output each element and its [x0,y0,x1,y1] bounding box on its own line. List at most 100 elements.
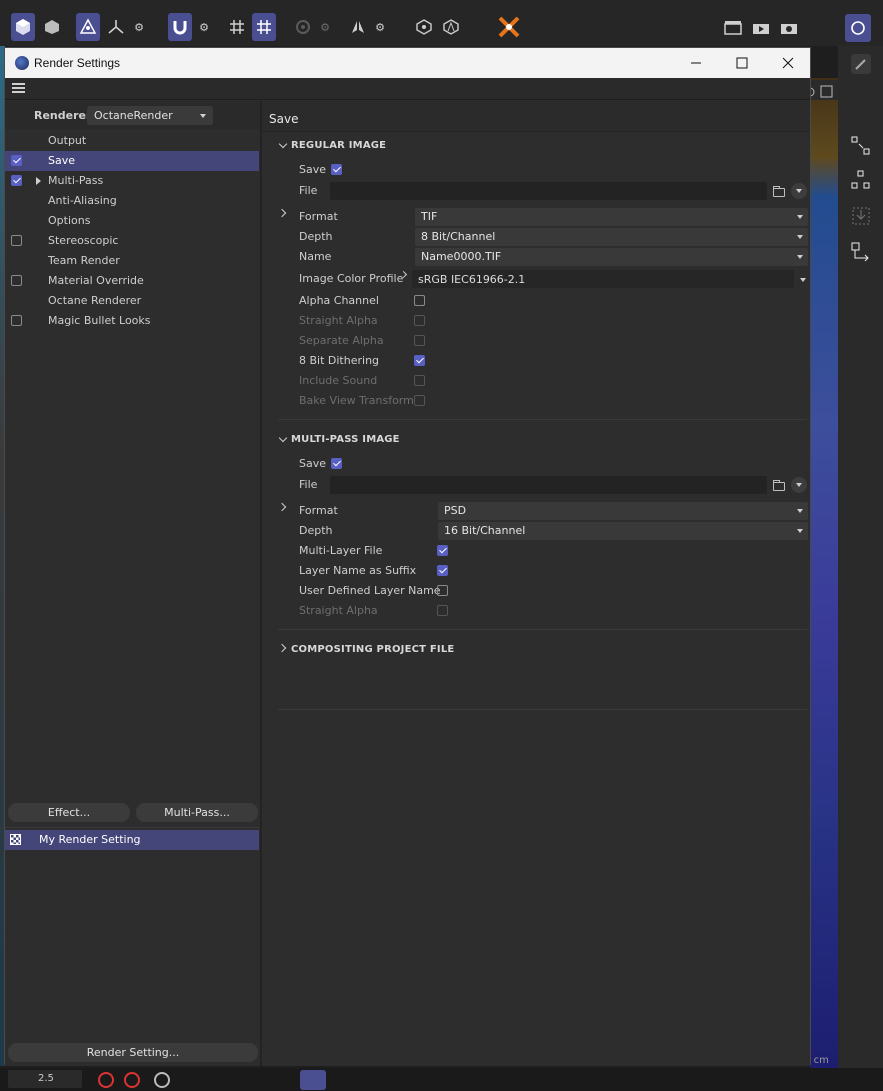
multi-layer-file-checkbox[interactable] [437,545,448,556]
cinema4d-icon [15,56,29,70]
compositing-section-header[interactable]: COMPOSITING PROJECT FILE [277,640,808,660]
multipass-enable-checkbox[interactable] [11,175,22,186]
target-gear-icon[interactable]: ⚙ [313,13,337,41]
close-button[interactable] [765,48,811,78]
save-enable-checkbox[interactable] [11,155,22,166]
layout-icon[interactable] [845,14,871,42]
regular-save-checkbox[interactable] [331,164,342,175]
axis-icon[interactable] [104,13,128,41]
gear-icon[interactable]: ⚙ [127,13,151,41]
preset-name: My Render Setting [39,833,141,846]
auto-key-icon[interactable] [124,1072,140,1088]
timeline-tool-icon[interactable] [300,1070,326,1090]
multipass-save-checkbox[interactable] [331,458,342,469]
record-icon[interactable] [98,1072,114,1088]
cube-edit-icon[interactable] [40,13,64,41]
multipass-button[interactable]: Multi-Pass... [136,803,258,822]
user-defined-layer-name-checkbox[interactable] [437,585,448,596]
drop-icon[interactable] [846,202,876,230]
layer-name-suffix-checkbox[interactable] [437,565,448,576]
nav-item-material-override[interactable]: Material Override [5,271,259,291]
magic-bullet-checkbox[interactable] [11,315,22,326]
chevron-down-icon [278,433,288,443]
nav-item-save[interactable]: Save [5,151,259,171]
pen-icon[interactable] [846,50,876,78]
nav-item-magic-bullet-looks[interactable]: Magic Bullet Looks [5,311,259,331]
snap-gear-icon[interactable]: ⚙ [192,13,216,41]
symmetry-gear-icon[interactable]: ⚙ [368,13,392,41]
target-icon[interactable] [291,13,315,41]
minimize-button[interactable] [673,48,719,78]
multipass-format-select[interactable]: PSD [438,502,808,520]
maximize-button[interactable] [719,48,765,78]
multipass-image-section-header[interactable]: MULTI-PASS IMAGE [278,430,808,450]
nav-item-label: Team Render [48,254,120,267]
multipass-straight-alpha-label: Straight Alpha [299,604,378,617]
regular-name-select[interactable]: Name0000.TIF [415,248,808,266]
effect-button[interactable]: Effect... [8,803,130,822]
render-setting-preset-row[interactable]: My Render Setting [5,830,259,850]
file-options-dropdown-icon[interactable] [791,477,807,493]
nav-item-options[interactable]: Options [5,211,259,231]
dialog-titlebar[interactable]: Render Settings [5,48,810,78]
select-value: 8 Bit/Channel [421,230,496,243]
multipass-straight-alpha-checkbox [437,605,448,616]
regular-file-input[interactable] [330,182,767,200]
scale-points-icon[interactable] [846,166,876,194]
include-sound-label: Include Sound [299,374,378,387]
move-points-icon[interactable] [846,132,876,160]
renderer-dropdown[interactable]: OctaneRender [87,106,213,125]
chevron-down-icon[interactable] [800,278,806,282]
frame-field[interactable]: 2.5 [8,1070,82,1088]
nav-item-multi-pass[interactable]: Multi-Pass [5,171,259,191]
model-mode-icon[interactable] [76,13,100,41]
alpha-channel-checkbox[interactable] [414,295,425,306]
divider [278,629,807,630]
format-expand-chevron-icon[interactable] [277,502,287,512]
align-icon[interactable] [439,13,463,41]
magnet-icon[interactable] [168,13,192,41]
nav-item-team-render[interactable]: Team Render [5,251,259,271]
nav-item-label: Options [48,214,91,227]
octane-render-icon[interactable] [497,13,521,41]
key-settings-icon[interactable] [154,1072,170,1088]
regular-image-section-header[interactable]: REGULAR IMAGE [278,136,808,156]
nav-item-label: Stereoscopic [48,234,119,247]
expand-triangle-icon[interactable] [36,177,41,185]
nav-item-stereoscopic[interactable]: Stereoscopic [5,231,259,251]
file-options-dropdown-icon[interactable] [791,183,807,199]
clapper-icon[interactable] [721,13,745,41]
folder-icon[interactable] [773,186,785,197]
hamburger-menu-icon[interactable] [12,83,25,94]
render-settings-icon[interactable] [777,13,801,41]
settings-tree-pane: Renderer OctaneRender Output Save Multi-… [5,101,260,1066]
regular-format-select[interactable]: TIF [415,208,808,226]
nav-item-output[interactable]: Output [5,131,259,151]
cube-mode-icon[interactable] [11,13,35,41]
chevron-down-icon [797,215,803,219]
chevron-down-icon [797,529,803,533]
connect-icon[interactable] [846,238,876,266]
grid-snap-icon[interactable] [252,13,276,41]
nav-item-anti-aliasing[interactable]: Anti-Aliasing [5,191,259,211]
multipass-save-label: Save [299,457,327,470]
grid-icon[interactable] [225,13,249,41]
regular-format-label: Format [299,210,338,223]
nav-item-octane-renderer[interactable]: Octane Renderer [5,291,259,311]
symmetry-icon[interactable] [346,13,370,41]
stereoscopic-checkbox[interactable] [11,235,22,246]
workplane-icon[interactable] [412,13,436,41]
multipass-depth-select[interactable]: 16 Bit/Channel [438,522,808,540]
folder-icon[interactable] [773,480,785,491]
multipass-file-input[interactable] [330,476,767,494]
format-expand-chevron-icon[interactable] [277,208,287,218]
layer-name-suffix-label: Layer Name as Suffix [299,564,417,577]
regular-depth-select[interactable]: 8 Bit/Channel [415,228,808,246]
color-profile-field[interactable]: sRGB IEC61966-2.1 [412,270,794,288]
divider [278,419,807,420]
material-override-checkbox[interactable] [11,275,22,286]
dithering-checkbox[interactable] [414,355,425,366]
nav-item-label: Magic Bullet Looks [48,314,151,327]
render-view-icon[interactable] [749,13,773,41]
render-setting-button[interactable]: Render Setting... [8,1043,258,1062]
